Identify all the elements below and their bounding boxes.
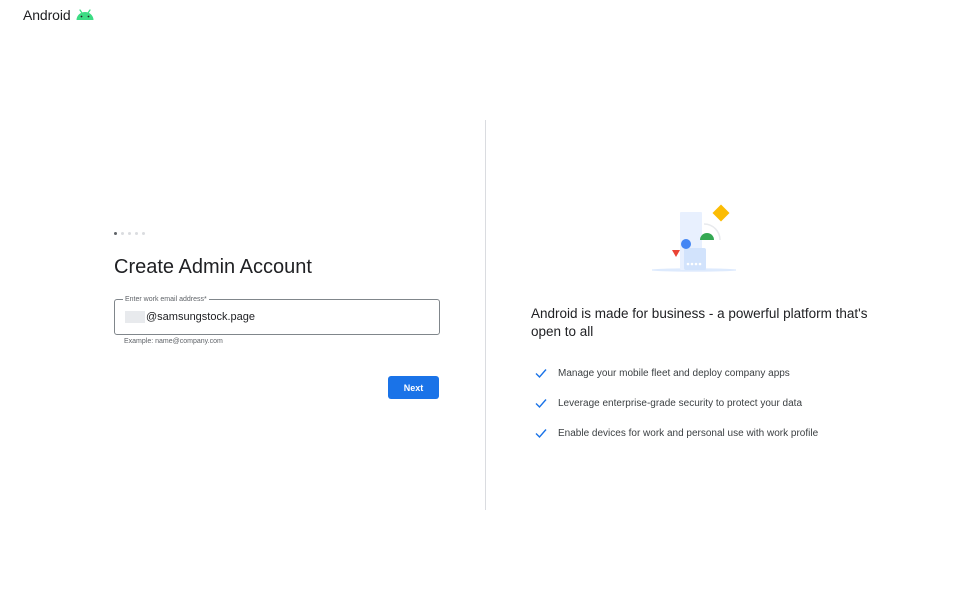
feature-item: Manage your mobile fleet and deploy comp… <box>534 358 818 388</box>
email-domain: @samsungstock.page <box>146 311 256 323</box>
check-icon <box>535 399 547 409</box>
step-dot <box>121 232 124 235</box>
check-icon <box>535 429 547 439</box>
column-divider <box>485 120 486 510</box>
page-title: Create Admin Account <box>114 256 312 278</box>
feature-item: Leverage enterprise-grade security to pr… <box>534 388 818 418</box>
feature-text: Manage your mobile fleet and deploy comp… <box>558 367 790 379</box>
logo-text: Android <box>23 7 71 23</box>
check-icon <box>535 369 547 379</box>
android-logo[interactable]: Android <box>23 7 95 23</box>
business-illustration <box>652 204 736 272</box>
email-field[interactable]: Enter work email address* @samsungstock.… <box>114 295 440 335</box>
step-dot <box>128 232 131 235</box>
next-button[interactable]: Next <box>388 376 439 399</box>
step-dot <box>142 232 145 235</box>
android-bot-icon <box>76 9 94 20</box>
feature-list: Manage your mobile fleet and deploy comp… <box>534 358 818 448</box>
feature-item: Enable devices for work and personal use… <box>534 418 818 448</box>
email-helper-text: Example: name@company.com <box>124 338 223 345</box>
step-dot <box>135 232 138 235</box>
promo-heading: Android is made for business - a powerfu… <box>531 306 868 339</box>
email-input[interactable]: @samsungstock.page <box>125 311 255 323</box>
email-field-label: Enter work email address* <box>123 295 209 304</box>
redacted-username <box>125 311 145 323</box>
feature-text: Enable devices for work and personal use… <box>558 427 819 439</box>
feature-text: Leverage enterprise-grade security to pr… <box>558 397 803 409</box>
step-dot-active <box>114 232 117 235</box>
step-indicator <box>114 232 145 235</box>
